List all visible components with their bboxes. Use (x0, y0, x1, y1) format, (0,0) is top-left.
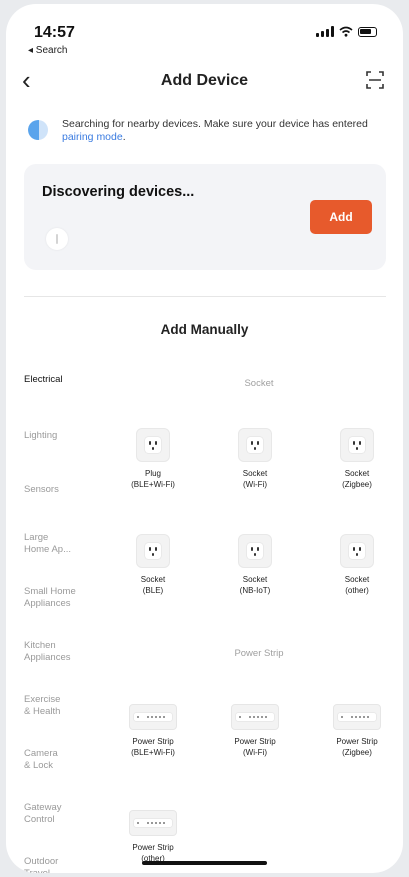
device-label: Socket (NB-IoT) (239, 575, 271, 595)
bluetooth-search-icon (28, 120, 48, 140)
device-label: Socket (other) (344, 575, 370, 595)
socket-icon (238, 534, 272, 568)
category-item[interactable]: Exercise & Health (24, 694, 114, 718)
socket-icon (136, 428, 170, 462)
loading-icon (46, 228, 68, 250)
signal-icon (316, 26, 334, 37)
battery-icon (358, 26, 377, 37)
add-button[interactable]: Add (310, 200, 372, 234)
device-item[interactable]: Power Strip (Zigbee) (312, 704, 402, 758)
device-item[interactable]: Socket (Wi-Fi) (210, 428, 300, 490)
nav-bar: ‹ Add Device (6, 62, 403, 102)
device-label: Power Strip (BLE+Wi-Fi) (131, 737, 175, 757)
socket-icon (340, 428, 374, 462)
back-to-app-link[interactable]: ◂ Search (28, 45, 67, 56)
category-item[interactable]: Large Home Ap... (24, 532, 114, 556)
discover-card: Discovering devices... Add (24, 164, 386, 270)
socket-icon (238, 428, 272, 462)
status-bar: 14:57 ◂ Search (6, 4, 403, 60)
notice-text-end: . (122, 131, 126, 143)
notice-text: Searching for nearby devices. Make sure … (62, 118, 368, 130)
device-label: Socket (Zigbee) (342, 469, 372, 489)
power-strip-icon (129, 810, 177, 836)
category-item[interactable]: Electrical (24, 374, 114, 386)
status-time: 14:57 (34, 24, 75, 41)
device-item[interactable]: Socket (Zigbee) (312, 428, 402, 490)
device-label: Power Strip (Zigbee) (336, 737, 378, 757)
device-item[interactable]: Plug (BLE+Wi-Fi) (108, 428, 198, 490)
device-item[interactable]: Socket (NB-IoT) (210, 534, 300, 596)
socket-icon (340, 534, 374, 568)
add-manually-title: Add Manually (160, 322, 249, 337)
divider (24, 296, 386, 297)
bluetooth-notice-text: Searching for nearby devices. Make sure … (62, 118, 384, 144)
device-item[interactable]: Power Strip (BLE+Wi-Fi) (108, 704, 198, 758)
device-label: Socket (Wi-Fi) (242, 469, 268, 489)
scan-icon[interactable] (365, 70, 385, 90)
wifi-icon (339, 26, 353, 37)
device-item[interactable]: Power Strip (other) (108, 810, 198, 864)
category-item[interactable]: Gateway Control (24, 802, 114, 826)
group-title: Power Strip (234, 648, 284, 659)
page-title: Add Device (160, 72, 249, 89)
power-strip-icon (129, 704, 177, 730)
power-strip-icon (231, 704, 279, 730)
device-label: Socket (BLE) (140, 575, 166, 595)
pairing-mode-link[interactable]: pairing mode (62, 131, 123, 143)
category-item[interactable]: Sensors (24, 484, 114, 496)
group-title: Socket (244, 378, 274, 389)
phone-screen: 14:57 ◂ Search ‹ Add Device Searching fo… (6, 4, 403, 873)
device-item[interactable]: Socket (other) (312, 534, 402, 596)
status-icons (316, 26, 377, 37)
device-item[interactable]: Socket (BLE) (108, 534, 198, 596)
device-label: Plug (BLE+Wi-Fi) (131, 469, 175, 489)
power-strip-icon (333, 704, 381, 730)
category-item[interactable]: Outdoor Travel (24, 856, 114, 873)
category-item[interactable]: Lighting (24, 430, 114, 442)
device-label: Power Strip (Wi-Fi) (234, 737, 276, 757)
category-item[interactable]: Camera & Lock (24, 748, 114, 772)
category-item[interactable]: Small Home Appliances (24, 586, 114, 610)
bluetooth-notice: Searching for nearby devices. Make sure … (26, 114, 386, 154)
socket-icon (136, 534, 170, 568)
discover-title: Discovering devices... (42, 184, 195, 200)
home-indicator (142, 861, 267, 865)
category-item[interactable]: Kitchen Appliances (24, 640, 114, 664)
device-item[interactable]: Power Strip (Wi-Fi) (210, 704, 300, 758)
